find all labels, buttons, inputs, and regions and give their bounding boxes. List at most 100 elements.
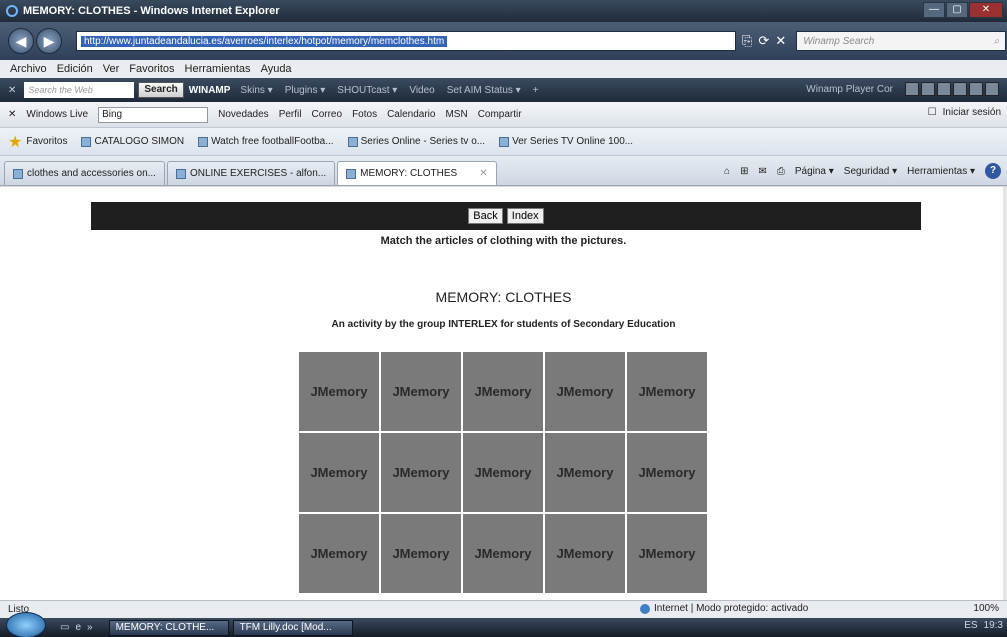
live-signin-area: ☐ Iniciar sesión — [928, 107, 1001, 118]
memory-card[interactable]: JMemory — [381, 352, 461, 431]
ie-quicklaunch-icon[interactable]: e — [75, 622, 81, 633]
memory-card[interactable]: JMemory — [627, 433, 707, 512]
menu-herramientas[interactable]: Herramientas — [185, 63, 251, 75]
feeds-icon[interactable]: ⊞ — [740, 166, 748, 177]
page-menu[interactable]: Página ▾ — [795, 166, 834, 177]
memory-card[interactable]: JMemory — [545, 514, 625, 593]
winamp-add-button[interactable]: + — [533, 85, 539, 96]
winamp-plugins[interactable]: Plugins ▾ — [285, 85, 326, 96]
taskbar: ▭ e » MEMORY: CLOTHE... TFM Lilly.doc [M… — [0, 611, 1007, 637]
security-zone[interactable]: Internet | Modo protegido: activado — [640, 603, 808, 614]
search-icon[interactable]: ⌕ — [994, 36, 1000, 47]
show-desktop-icon[interactable]: ▭ — [60, 622, 69, 633]
winamp-search-input[interactable]: Search the Web — [24, 82, 135, 98]
player-play-icon[interactable] — [921, 82, 935, 96]
toolbar-close-icon[interactable]: ✕ — [8, 85, 16, 96]
live-correo[interactable]: Correo — [311, 109, 342, 120]
favorite-link[interactable]: Ver Series TV Online 100... — [499, 136, 633, 147]
menu-ver[interactable]: Ver — [103, 63, 120, 75]
tab-clothes-accessories[interactable]: clothes and accessories on... — [4, 161, 165, 185]
live-calendario[interactable]: Calendario — [387, 109, 435, 120]
more-icon[interactable]: » — [87, 622, 93, 633]
forward-nav-button[interactable]: ▶ — [36, 28, 62, 54]
memory-card[interactable]: JMemory — [381, 514, 461, 593]
refresh-icon[interactable]: ⟳ — [758, 33, 769, 49]
activity-nav-strip: Back Index — [91, 202, 921, 230]
player-next-icon[interactable] — [969, 82, 983, 96]
memory-card[interactable]: JMemory — [463, 514, 543, 593]
search-input[interactable]: Winamp Search ⌕ — [796, 31, 1007, 51]
menu-edicion[interactable]: Edición — [57, 63, 93, 75]
player-stop-icon[interactable] — [953, 82, 967, 96]
zoom-level[interactable]: 100% — [973, 603, 999, 614]
favorite-link[interactable]: Watch free footballFootba... — [198, 136, 334, 147]
menu-archivo[interactable]: Archivo — [10, 63, 47, 75]
page-icon — [346, 168, 357, 179]
minimize-button[interactable]: — — [923, 2, 945, 18]
winamp-aim-status[interactable]: Set AIM Status ▾ — [447, 85, 521, 96]
favorite-link-label: Ver Series TV Online 100... — [512, 136, 634, 147]
taskbar-ie-window[interactable]: MEMORY: CLOTHE... — [108, 619, 229, 636]
live-novedades[interactable]: Novedades — [218, 109, 269, 120]
memory-card[interactable]: JMemory — [299, 352, 379, 431]
back-nav-button[interactable]: ◀ — [8, 28, 34, 54]
compat-icon[interactable]: ⎘ — [742, 33, 752, 49]
vertical-scrollbar[interactable] — [1003, 187, 1007, 600]
signin-link[interactable]: Iniciar sesión — [943, 107, 1001, 118]
menu-favoritos[interactable]: Favoritos — [129, 63, 174, 75]
stop-icon[interactable]: ✕ — [775, 33, 786, 49]
player-prev-icon[interactable] — [905, 82, 919, 96]
menu-bar: Archivo Edición Ver Favoritos Herramient… — [0, 60, 1007, 78]
winamp-search-button[interactable]: Search — [138, 82, 184, 98]
winamp-video[interactable]: Video — [409, 85, 434, 96]
memory-card[interactable]: JMemory — [545, 433, 625, 512]
ie-logo-icon — [6, 5, 18, 17]
memory-card[interactable]: JMemory — [627, 352, 707, 431]
live-msn[interactable]: MSN — [445, 109, 467, 120]
windows-live-brand[interactable]: Windows Live — [26, 109, 88, 120]
memory-card[interactable]: JMemory — [463, 433, 543, 512]
memory-card[interactable]: JMemory — [299, 433, 379, 512]
menu-ayuda[interactable]: Ayuda — [261, 63, 292, 75]
clock[interactable]: 19:3 — [984, 620, 1003, 631]
toolbar-close-icon[interactable]: ✕ — [8, 109, 16, 120]
close-button[interactable]: ✕ — [969, 2, 1003, 18]
winamp-skins[interactable]: Skins ▾ — [240, 85, 272, 96]
language-indicator[interactable]: ES — [964, 620, 977, 631]
index-button[interactable]: Index — [506, 208, 544, 224]
help-icon[interactable]: ? — [985, 163, 1001, 179]
url-text[interactable]: http://www.juntadeandalucia.es/averroes/… — [81, 35, 448, 47]
tab-online-exercises[interactable]: ONLINE EXERCISES - alfon... — [166, 161, 336, 185]
page-icon — [81, 136, 92, 147]
player-pause-icon[interactable] — [937, 82, 951, 96]
close-tab-icon[interactable]: ✕ — [479, 168, 487, 179]
live-fotos[interactable]: Fotos — [352, 109, 377, 120]
player-settings-icon[interactable] — [985, 82, 999, 96]
favorite-link[interactable]: Series Online - Series tv o... — [347, 136, 485, 147]
taskbar-word-window[interactable]: TFM Lilly.doc [Mod... — [232, 619, 353, 636]
favorite-link[interactable]: CATALOGO SIMON — [81, 136, 184, 147]
memory-card[interactable]: JMemory — [463, 352, 543, 431]
live-compartir[interactable]: Compartir — [478, 109, 522, 120]
live-perfil[interactable]: Perfil — [279, 109, 302, 120]
memory-card[interactable]: JMemory — [627, 514, 707, 593]
tab-memory-clothes[interactable]: MEMORY: CLOTHES ✕ — [337, 161, 497, 185]
maximize-button[interactable]: ▢ — [946, 2, 968, 18]
winamp-logo[interactable]: WINAMP — [189, 85, 231, 96]
back-button[interactable]: Back — [468, 208, 503, 224]
memory-card[interactable]: JMemory — [299, 514, 379, 593]
start-button[interactable] — [6, 611, 46, 637]
security-menu[interactable]: Seguridad ▾ — [844, 166, 897, 177]
globe-icon — [640, 603, 650, 614]
bing-search-input[interactable]: Bing — [98, 106, 209, 123]
home-icon[interactable]: ⌂ — [724, 166, 730, 177]
winamp-shoutcast[interactable]: SHOUTcast ▾ — [337, 85, 397, 96]
memory-card[interactable]: JMemory — [545, 352, 625, 431]
print-icon[interactable]: ⎙ — [777, 166, 785, 177]
address-bar[interactable]: http://www.juntadeandalucia.es/averroes/… — [76, 31, 736, 51]
page-icon — [175, 168, 186, 179]
tools-menu[interactable]: Herramientas ▾ — [907, 166, 975, 177]
favorites-button[interactable]: ★ Favoritos — [8, 132, 67, 152]
memory-card[interactable]: JMemory — [381, 433, 461, 512]
mail-icon[interactable]: ✉ — [758, 166, 766, 177]
